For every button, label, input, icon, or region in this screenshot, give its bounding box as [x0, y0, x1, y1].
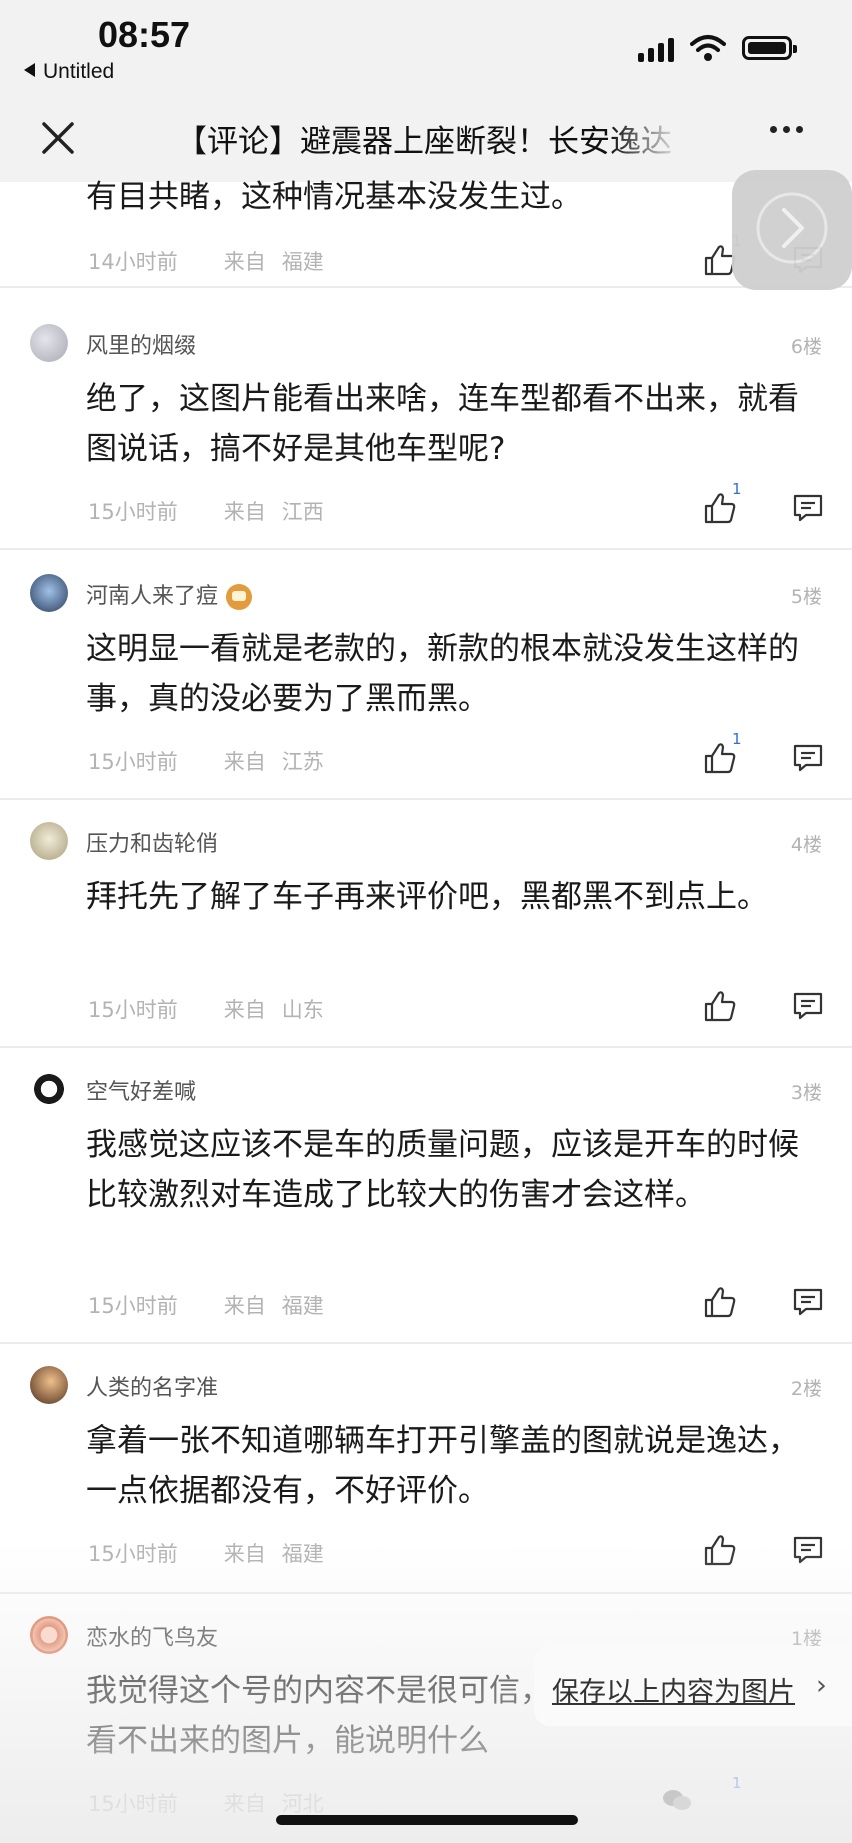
floor-number: 5楼 [790, 586, 822, 608]
comment-item: 河南人来了痘 5楼 这明显一看就是老款的，新款的根本就没发生这样的事，真的没必要… [0, 550, 852, 800]
comment-content: 我感觉这应该不是车的质量问题，应该是开车的时候比较激烈对车造成了比较大的伤害才会… [86, 1127, 799, 1213]
reply-comment-icon[interactable] [792, 492, 824, 524]
comment-meta: 15小时前 来自 江西 [88, 496, 370, 526]
comment-meta: 15小时前 来自 江苏 [88, 746, 370, 776]
comment-username[interactable]: 恋水的飞鸟友 [86, 1620, 218, 1652]
comment-meta: 15小时前 来自 山东 [88, 994, 370, 1024]
avatar[interactable] [30, 822, 68, 860]
reply-comment-icon[interactable] [792, 742, 824, 774]
home-indicator[interactable] [276, 1815, 578, 1825]
comment-from-label: 来自 [223, 998, 266, 1022]
user-badge-icon [226, 584, 253, 610]
reply-comment-icon[interactable] [792, 1286, 824, 1318]
comment-time: 15小时前 [88, 998, 178, 1022]
comment-from-label: 来自 [223, 1792, 266, 1816]
comment-username[interactable]: 人类的名字准 [86, 1370, 218, 1402]
avatar[interactable] [30, 1616, 68, 1654]
comment-from-label: 来自 [223, 250, 266, 274]
comment-time: 15小时前 [88, 1792, 178, 1816]
comment-region: 山东 [281, 998, 324, 1022]
avatar[interactable] [30, 1366, 68, 1404]
back-app-label: Untitled [43, 60, 115, 83]
comment-time: 15小时前 [88, 1294, 178, 1318]
floor-number: 2楼 [790, 1378, 822, 1400]
comment-content: 拿着一张不知道哪辆车打开引擎盖的图就说是逸达，一点依据都没有，不好评价。 [86, 1423, 799, 1509]
comment-region: 福建 [281, 1542, 324, 1566]
status-icons [638, 34, 797, 62]
comment-region: 福建 [281, 1294, 324, 1318]
wechat-watermark-icon [663, 1790, 691, 1810]
comment-item: 风里的烟缀 6楼 绝了，这图片能看出来啥，连车型都看不出来，就看图说话，搞不好是… [0, 288, 852, 550]
comment-from-label: 来自 [223, 1294, 266, 1318]
comment-username-text: 河南人来了痘 [86, 584, 219, 609]
cellular-signal-icon [638, 34, 674, 62]
reply-comment-icon[interactable] [792, 1534, 824, 1566]
like-count: 1 [732, 1774, 742, 1792]
close-icon[interactable] [34, 114, 82, 162]
comment-from-label: 来自 [223, 500, 266, 524]
comment-content: 有目共睹，这种情况基本没发生过。 [86, 179, 582, 215]
avatar[interactable] [30, 574, 68, 612]
floor-number: 3楼 [790, 1082, 822, 1104]
title-fade [610, 106, 700, 172]
comment-username[interactable]: 河南人来了痘 [86, 578, 253, 610]
avatar[interactable] [30, 1070, 68, 1108]
thumbs-up-icon[interactable] [702, 988, 738, 1024]
comment-region: 江西 [281, 500, 324, 524]
status-time: 08:57 [98, 14, 191, 55]
floor-number: 6楼 [790, 336, 822, 358]
thumbs-up-icon[interactable] [702, 1532, 738, 1568]
comment-item-partial: 有目共睹，这种情况基本没发生过。 14小时前来自福建 1 [0, 179, 852, 288]
comment-region: 福建 [281, 250, 324, 274]
avatar[interactable] [30, 324, 68, 362]
comment-meta: 14小时前 来自 福建 [88, 246, 370, 276]
back-to-app-link[interactable]: Untitled [24, 60, 114, 84]
comment-time: 15小时前 [88, 500, 178, 524]
chevron-right-icon: › [816, 1670, 827, 1701]
comment-time: 15小时前 [88, 750, 178, 774]
comment-content: 绝了，这图片能看出来啥，连车型都看不出来，就看图说话，搞不好是其他车型呢? [86, 381, 799, 467]
chevron-right-icon [756, 192, 828, 264]
comment-meta: 15小时前 来自 福建 [88, 1290, 370, 1320]
nav-bar: 【评论】避震器上座断裂！长安逸达 [0, 96, 852, 182]
more-options-icon[interactable] [770, 126, 803, 133]
comment-meta: 15小时前 来自 河北 [88, 1788, 370, 1818]
like-count: 1 [732, 480, 742, 498]
floating-window-button[interactable] [732, 170, 852, 290]
comment-from-label: 来自 [223, 1542, 266, 1566]
comment-region: 河北 [281, 1792, 324, 1816]
comment-content: 拜托先了解了车子再来评价吧，黑都黑不到点上。 [86, 879, 768, 915]
reply-comment-icon[interactable] [792, 990, 824, 1022]
comment-content: 这明显一看就是老款的，新款的根本就没发生这样的事，真的没必要为了黑而黑。 [86, 631, 799, 717]
comment-username[interactable]: 压力和齿轮俏 [86, 826, 218, 858]
comment-from-label: 来自 [223, 750, 266, 774]
wifi-icon [690, 35, 726, 61]
like-count: 1 [732, 730, 742, 748]
comment-content: 我觉得这个号的内容不是很可信，看不出来的图片，能说明什么 [86, 1673, 551, 1759]
comment-meta: 15小时前 来自 福建 [88, 1538, 370, 1568]
battery-icon [742, 36, 797, 60]
comment-username[interactable]: 风里的烟缀 [86, 328, 196, 360]
floor-number: 4楼 [790, 834, 822, 856]
save-as-image-button[interactable]: 保存以上内容为图片 [552, 1670, 795, 1709]
comment-time: 15小时前 [88, 1542, 178, 1566]
comment-item: 人类的名字准 2楼 拿着一张不知道哪辆车打开引擎盖的图就说是逸达，一点依据都没有… [0, 1344, 852, 1594]
comment-username[interactable]: 空气好差喊 [86, 1074, 196, 1106]
comment-time: 14小时前 [88, 250, 178, 274]
comment-item: 压力和齿轮俏 4楼 拜托先了解了车子再来评价吧，黑都黑不到点上。 15小时前 来自… [0, 800, 852, 1048]
status-bar: 08:57 Untitled [0, 0, 852, 96]
thumbs-up-icon[interactable] [702, 1284, 738, 1320]
comment-item: 空气好差喊 3楼 我感觉这应该不是车的质量问题，应该是开车的时候比较激烈对车造成… [0, 1048, 852, 1344]
back-triangle-icon [24, 63, 35, 77]
comment-region: 江苏 [281, 750, 324, 774]
